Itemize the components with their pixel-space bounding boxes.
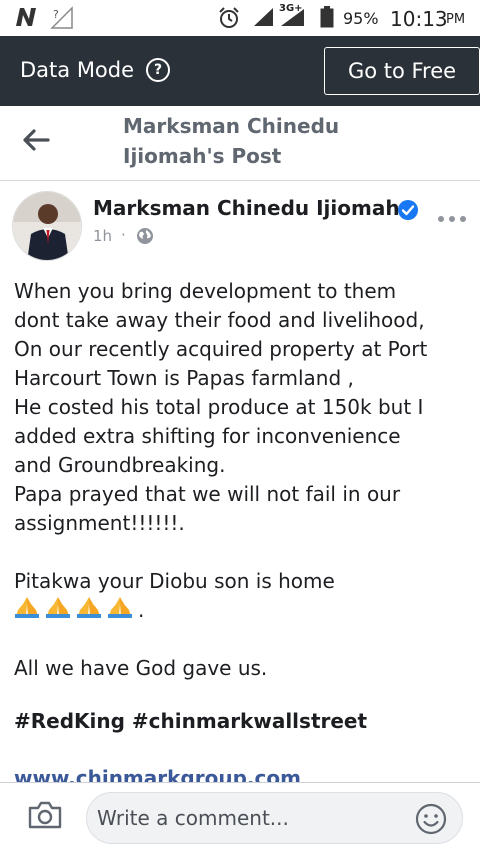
post-text-line: Pitakwa your Diobu son is home — [14, 569, 335, 593]
more-options-icon[interactable] — [437, 209, 467, 228]
page-title: Marksman Chinedu Ijiomah's Post — [123, 114, 340, 168]
signal-strength-icon — [253, 7, 275, 31]
post-text-line: He costed his total produce at 150k but … — [14, 395, 424, 419]
verified-badge-icon — [397, 199, 419, 225]
post-text-line: On our recently acquired property at Por… — [14, 337, 428, 361]
post-text-line: assignment!!!!!!. — [14, 511, 185, 535]
go-to-free-button[interactable]: Go to Free — [324, 47, 480, 95]
praying-hands-icon — [45, 596, 71, 626]
signal-no-sim-icon: ? — [50, 6, 76, 34]
post-text-line: When you bring development to them — [14, 279, 397, 303]
post-text-line: Harcourt Town is Papas farmland , — [14, 366, 354, 390]
data-mode-label: Data Mode — [20, 58, 135, 82]
praying-hands-icon — [76, 596, 102, 626]
avatar[interactable] — [12, 191, 82, 261]
help-icon[interactable]: ? — [146, 58, 170, 82]
post-text-line: All we have God gave us. — [14, 656, 268, 680]
post-hashtags[interactable]: #RedKing #chinmarkwallstreet — [14, 709, 367, 733]
post-text-line: and Groundbreaking. — [14, 453, 226, 477]
post-body: When you bring development to them dont … — [14, 277, 474, 683]
post-header: Marksman Chinedu Ijiomah's Post — [0, 106, 480, 181]
meta-separator: · — [121, 226, 126, 244]
camera-icon[interactable] — [27, 800, 63, 834]
post-text-line: added extra shifting for inconvenience — [14, 424, 401, 448]
clock-time: 10:13 — [390, 7, 448, 31]
mobile-data-signal-icon — [280, 7, 306, 31]
post-author-name[interactable]: Marksman Chinedu Ijiomah — [93, 196, 400, 220]
emoji-icon[interactable] — [414, 802, 448, 840]
alarm-icon — [217, 6, 241, 34]
back-arrow-icon[interactable] — [22, 128, 50, 156]
pray-suffix: . — [138, 598, 145, 622]
post-time: 1h — [93, 227, 113, 245]
globe-icon — [136, 227, 154, 249]
data-mode-banner: Data Mode ? Go to Free — [0, 36, 480, 106]
notification-n-icon — [14, 6, 40, 32]
praying-hands-icon — [107, 596, 133, 626]
clock-ampm: PM — [446, 12, 466, 27]
svg-text:?: ? — [53, 8, 59, 21]
comment-bar — [0, 782, 480, 855]
battery-icon — [320, 6, 334, 32]
praying-hands-row: . — [14, 596, 474, 625]
post-text-line: Papa prayed that we will not fail in our — [14, 482, 401, 506]
battery-percent: 95% — [343, 9, 379, 28]
praying-hands-icon — [14, 596, 40, 626]
status-bar: ? 3G+ 95% 10:13 PM — [0, 0, 480, 36]
comment-input[interactable] — [86, 792, 463, 844]
post-text-line: dont take away their food and livelihood… — [14, 308, 425, 332]
